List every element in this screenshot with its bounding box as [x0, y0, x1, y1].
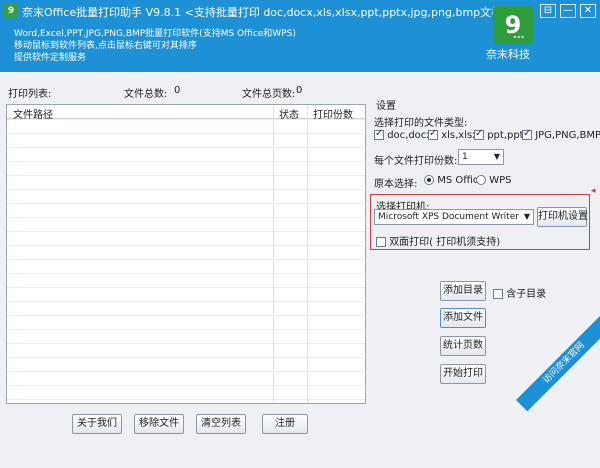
radio-wps[interactable]	[476, 175, 486, 185]
visit-website-ribbon[interactable]: 访问奈末官网	[516, 315, 600, 412]
filetype-img-option[interactable]: JPG,PNG,BMP	[522, 128, 600, 141]
brand-logo-icon[interactable]: 9 ...	[493, 6, 533, 44]
filetype-xls-option[interactable]: xls,xlsx	[428, 128, 479, 141]
checkbox-xls[interactable]	[428, 128, 438, 140]
brand-name: 奈末科技	[486, 48, 530, 61]
checkbox-ppt[interactable]	[474, 128, 484, 140]
chevron-down-icon: ▼	[523, 212, 530, 221]
list-summary: 打印列表: 文件总数: 0 文件总页数: 0	[6, 82, 366, 100]
total-files-value: 0	[174, 85, 181, 96]
version-wps-option[interactable]: WPS	[476, 175, 511, 186]
clear-list-button[interactable]: 清空列表	[196, 414, 246, 434]
brand-logo-dots: ...	[513, 30, 525, 41]
printer-select[interactable]: Microsoft XPS Document Writer ▼	[374, 209, 534, 225]
printer-value: Microsoft XPS Document Writer	[378, 212, 519, 222]
chevron-down-icon: ▼	[493, 152, 500, 161]
include-subfolders-option[interactable]: 含子目录	[493, 285, 546, 300]
filetype-doc-label: doc,docx	[387, 130, 433, 141]
checkbox-img[interactable]	[522, 128, 532, 140]
minimize-button[interactable]: —	[560, 4, 576, 18]
printer-settings-button[interactable]: 打印机设置	[537, 207, 588, 227]
window-title: 奈末Office批量打印助手 V9.8.1 <支持批量打印 doc,docx,x…	[22, 6, 512, 19]
list-title: 打印列表:	[8, 89, 52, 100]
register-button[interactable]: 注册	[262, 414, 308, 434]
version-label: 原本选择:	[374, 179, 418, 190]
add-file-button[interactable]: 添加文件	[440, 308, 486, 328]
table-body[interactable]	[7, 119, 365, 403]
file-list-panel: 打印列表: 文件总数: 0 文件总页数: 0 文件路径 状态 打印份数	[6, 82, 366, 442]
copies-value: 1	[462, 152, 468, 162]
app-logo-icon: 9	[4, 4, 18, 18]
total-pages-value: 0	[296, 85, 303, 96]
start-print-button[interactable]: 开始打印	[440, 364, 486, 384]
version-wps-label: WPS	[489, 175, 512, 186]
copies-label: 每个文件打印份数:	[374, 156, 458, 167]
copies-select[interactable]: 1 ▼	[458, 149, 504, 165]
about-us-button[interactable]: 关于我们	[72, 414, 122, 434]
filetype-img-label: JPG,PNG,BMP	[535, 130, 600, 141]
desc-line-3: 提供软件定制服务	[14, 53, 87, 63]
count-pages-button[interactable]: 统计页数	[440, 336, 486, 356]
include-subfolders-label: 含子目录	[506, 289, 547, 300]
radio-msoffice[interactable]	[424, 175, 434, 185]
checkbox-duplex[interactable]	[376, 237, 386, 247]
file-table[interactable]: 文件路径 状态 打印份数	[6, 104, 366, 404]
filetype-doc-option[interactable]: doc,docx	[374, 128, 433, 141]
pin-button[interactable]: ⊟	[540, 4, 556, 18]
duplex-option[interactable]: 双面打印( 打印机须支持)	[376, 233, 500, 248]
filetype-xls-label: xls,xlsx	[441, 130, 479, 141]
file-types-label: 选择打印的文件类型:	[374, 118, 468, 129]
close-button[interactable]: ✕	[580, 4, 596, 18]
checkbox-doc[interactable]	[374, 128, 384, 140]
duplex-label: 双面打印( 打印机须支持)	[389, 237, 501, 248]
total-files-label: 文件总数:	[124, 89, 168, 100]
title-bar: 9 奈末Office批量打印助手 V9.8.1 <支持批量打印 doc,docx…	[0, 0, 600, 72]
add-folder-button[interactable]: 添加目录	[440, 281, 486, 301]
table-header: 文件路径 状态 打印份数	[7, 105, 365, 121]
remove-file-button[interactable]: 移除文件	[134, 414, 184, 434]
pointer-arrow-icon: ◂	[591, 186, 596, 196]
settings-title: 设置	[376, 101, 396, 112]
column-divider	[273, 105, 274, 403]
total-pages-label: 文件总页数:	[242, 89, 296, 100]
column-divider	[307, 105, 308, 403]
checkbox-subfolders[interactable]	[493, 289, 503, 299]
